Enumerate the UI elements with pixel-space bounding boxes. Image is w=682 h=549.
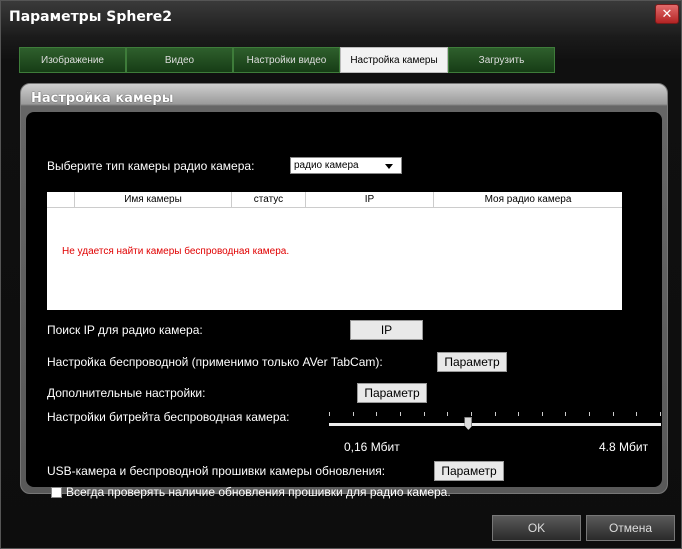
window-title: Параметры Sphere2	[9, 9, 172, 25]
slider-tick	[376, 412, 378, 416]
panel-title: Настройка камеры	[31, 91, 174, 106]
slider-tick	[352, 412, 354, 416]
bitrate-slider-thumb[interactable]	[464, 417, 473, 430]
column-header-select[interactable]	[47, 192, 75, 207]
slider-tick	[541, 412, 543, 416]
tab-video-settings[interactable]: Настройки видео	[233, 47, 340, 73]
ip-search-button[interactable]: IP	[350, 320, 423, 340]
ip-search-label: Поиск IP для радио камера:	[47, 323, 203, 337]
slider-tick	[470, 412, 472, 416]
bitrate-max-label: 4.8 Мбит	[599, 440, 649, 454]
tab-upload[interactable]: Загрузить	[448, 47, 555, 73]
camera-type-value: радио камера	[294, 160, 359, 171]
column-header-ip[interactable]: IP	[306, 192, 434, 207]
slider-tick	[399, 412, 401, 416]
slider-tick	[565, 412, 567, 416]
column-header-camera-name[interactable]: Имя камеры	[75, 192, 232, 207]
close-icon: ✕	[661, 6, 673, 22]
tab-bar: Изображение Видео Настройки видео Настро…	[19, 47, 555, 73]
bitrate-slider-ticks	[329, 412, 661, 418]
camera-settings-panel: Настройка камеры Выберите тип камеры рад…	[20, 83, 668, 499]
tab-image[interactable]: Изображение	[19, 47, 126, 73]
table-header: Имя камеры статус IP Моя радио камера	[47, 192, 622, 208]
camera-type-select[interactable]: радио камера	[290, 157, 402, 174]
slider-tick	[660, 412, 661, 416]
camera-type-label: Выберите тип камеры радио камера:	[47, 159, 255, 173]
bitrate-label: Настройки битрейта беспроводная камера:	[47, 410, 290, 424]
slider-tick	[494, 412, 496, 416]
advanced-settings-label: Дополнительные настройки:	[47, 386, 206, 400]
panel-content: Выберите тип камеры радио камера: радио …	[26, 112, 662, 499]
chevron-down-icon	[385, 164, 393, 169]
wireless-params-button[interactable]: Параметр	[437, 352, 507, 372]
wireless-settings-label: Настройка беспроводной (применимо только…	[47, 355, 383, 369]
column-header-my-camera[interactable]: Моя радио камера	[434, 192, 622, 207]
no-cameras-message: Не удается найти камеры беспроводная кам…	[62, 246, 290, 257]
bitrate-slider-track[interactable]	[329, 423, 661, 426]
slider-tick	[447, 412, 449, 416]
settings-window: Параметры Sphere2 ✕ Изображение Видео На…	[0, 0, 682, 549]
slider-tick	[589, 412, 591, 416]
cancel-button[interactable]: Отмена	[586, 515, 675, 541]
slider-tick	[423, 412, 425, 416]
slider-tick	[636, 412, 638, 416]
title-bar: Параметры Sphere2 ✕	[1, 1, 681, 35]
column-header-status[interactable]: статус	[232, 192, 306, 207]
slider-tick	[329, 412, 330, 416]
advanced-params-button[interactable]: Параметр	[357, 383, 427, 403]
firmware-params-button[interactable]: Параметр	[434, 461, 504, 481]
close-button[interactable]: ✕	[655, 4, 679, 24]
slider-tick	[612, 412, 614, 416]
ok-button[interactable]: OK	[492, 515, 581, 541]
slider-tick	[518, 412, 520, 416]
always-check-checkbox[interactable]	[51, 487, 62, 498]
tab-camera-settings[interactable]: Настройка камеры	[340, 47, 448, 73]
camera-table: Имя камеры статус IP Моя радио камера Не…	[47, 192, 622, 310]
firmware-update-label: USB-камера и беспроводной прошивки камер…	[47, 464, 386, 478]
bitrate-min-label: 0,16 Мбит	[344, 440, 400, 454]
tab-video[interactable]: Видео	[126, 47, 233, 73]
always-check-label: Всегда проверять наличие обновления прош…	[66, 485, 451, 499]
